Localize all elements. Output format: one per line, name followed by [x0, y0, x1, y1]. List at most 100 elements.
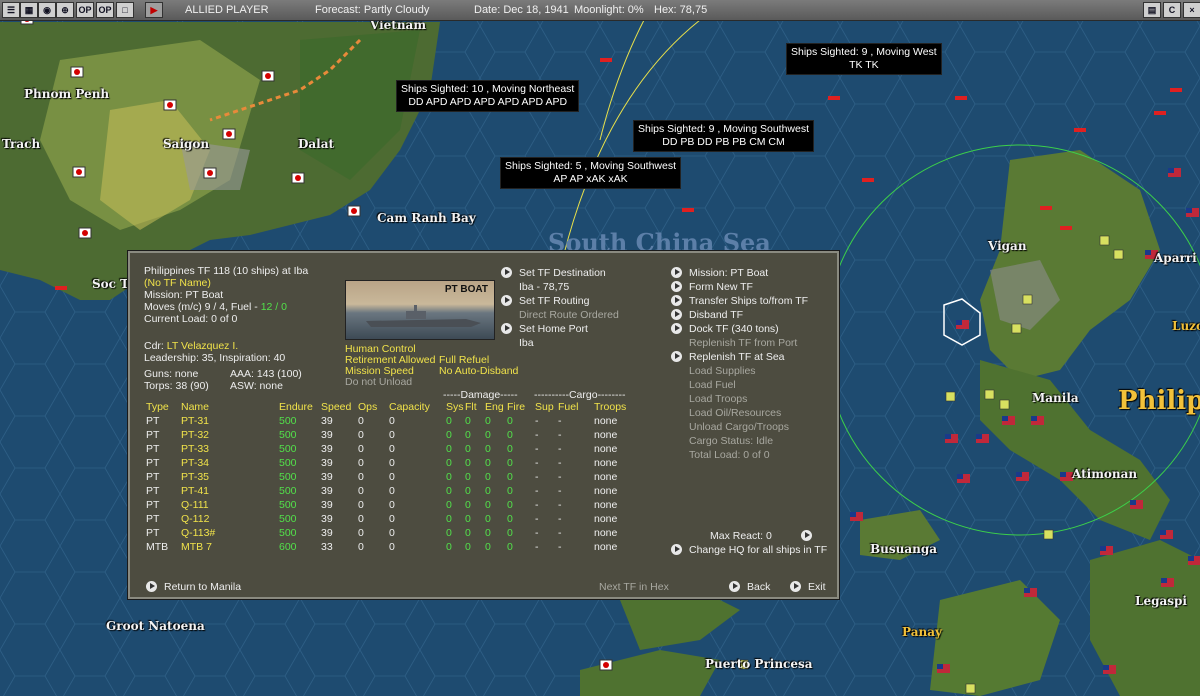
table-row[interactable]: PT Q-111 500 39 0 0 0 0 0 0 - - none — [146, 498, 634, 512]
table-cell: none — [594, 415, 618, 427]
change-hq-button[interactable]: Change HQ for all ships in TF — [689, 544, 827, 557]
arrow-icon — [671, 281, 682, 292]
tf-command-item[interactable]: Form New TF — [689, 281, 753, 294]
column-header[interactable]: Fire — [507, 400, 535, 414]
c-icon[interactable]: C — [1163, 2, 1181, 18]
ship-name[interactable]: Q-113# — [181, 526, 279, 540]
ship-name[interactable]: PT-34 — [181, 456, 279, 470]
exit-button[interactable]: Exit — [808, 581, 826, 594]
ship-name[interactable]: Q-111 — [181, 498, 279, 512]
set-home-port-button[interactable]: Set Home Port — [519, 323, 588, 336]
column-header[interactable]: Endure — [279, 400, 321, 414]
column-header[interactable]: Flt — [465, 400, 485, 414]
moves-label: Moves (m/c) 9 / 4, Fuel - — [144, 301, 258, 313]
table-cell: 0 — [507, 457, 513, 469]
ship-name[interactable]: PT-33 — [181, 442, 279, 456]
destination-value: Iba - 78,75 — [519, 281, 570, 293]
table-cell: - — [535, 513, 539, 525]
ship-name[interactable]: PT-32 — [181, 428, 279, 442]
ship-name[interactable]: Q-112 — [181, 512, 279, 526]
arrow-icon[interactable] — [801, 530, 812, 541]
column-header[interactable]: Ops — [358, 400, 389, 414]
ship-name[interactable]: PT-35 — [181, 470, 279, 484]
tf-command-item[interactable]: Cargo Status: Idle — [689, 435, 773, 448]
ship-name[interactable]: PT-41 — [181, 484, 279, 498]
tf-command-item[interactable]: Load Troops — [689, 393, 747, 406]
fuel-value: 12 / 0 — [260, 301, 287, 313]
sighting-title: Ships Sighted: 5 , Moving Southwest — [505, 160, 677, 172]
column-header[interactable]: Name — [181, 400, 279, 414]
bar-chart-icon[interactable]: ▤ — [1143, 2, 1161, 18]
table-cell: 500 — [279, 429, 297, 441]
auto-disband-toggle[interactable]: No Auto-Disband — [439, 365, 518, 378]
table-cell: - — [558, 499, 562, 511]
sighting-report[interactable]: Ships Sighted: 5 , Moving Southwest AP A… — [500, 157, 682, 189]
crosshair-icon[interactable]: ⊕ — [56, 2, 74, 18]
tf-command-item[interactable]: Transfer Ships to/from TF — [689, 295, 808, 308]
table-cell: PT — [146, 415, 160, 427]
table-cell: 0 — [485, 513, 491, 525]
column-header[interactable]: Eng — [485, 400, 507, 414]
column-header[interactable]: Sup — [535, 400, 558, 414]
op-button[interactable]: OP — [76, 2, 94, 18]
ship-name[interactable]: MTB 7 — [181, 540, 279, 554]
tf-torps: Torps: 38 (90) — [144, 380, 209, 392]
table-row[interactable]: PT PT-31 500 39 0 0 0 0 0 0 - - none — [146, 414, 634, 428]
map-label-legaspi: Legaspi — [1135, 594, 1187, 608]
sighting-report[interactable]: Ships Sighted: 10 , Moving Northeast DD … — [396, 80, 580, 112]
column-header[interactable]: Troops — [594, 400, 634, 414]
column-header[interactable]: Fuel — [558, 400, 594, 414]
back-button[interactable]: Back — [747, 581, 770, 594]
table-cell: 0 — [358, 513, 364, 525]
table-cell: 0 — [389, 485, 395, 497]
table-row[interactable]: PT PT-34 500 39 0 0 0 0 0 0 - - none — [146, 456, 634, 470]
unload-toggle[interactable]: Do not Unload — [345, 376, 412, 389]
column-header[interactable]: Capacity — [389, 400, 446, 414]
op-button[interactable]: OP — [96, 2, 114, 18]
table-row[interactable]: PT PT-41 500 39 0 0 0 0 0 0 - - none — [146, 484, 634, 498]
table-row[interactable]: PT Q-113# 500 39 0 0 0 0 0 0 - - none — [146, 526, 634, 540]
grid-icon[interactable]: ▦ — [20, 2, 38, 18]
tf-command-item[interactable]: Unload Cargo/Troops — [689, 421, 789, 434]
table-cell: 500 — [279, 485, 297, 497]
cdr-name[interactable]: LT Velazquez I. — [167, 340, 238, 352]
table-cell: 39 — [321, 485, 333, 497]
table-row[interactable]: PT Q-112 500 39 0 0 0 0 0 0 - - none — [146, 512, 634, 526]
next-tf-button[interactable]: Next TF in Hex — [599, 581, 669, 594]
tf-leadership: Leadership: 35, Inspiration: 40 — [144, 352, 286, 364]
table-cell: none — [594, 541, 618, 553]
globe-icon[interactable]: ◉ — [38, 2, 56, 18]
table-row[interactable]: PT PT-35 500 39 0 0 0 0 0 0 - - none — [146, 470, 634, 484]
table-cell: 0 — [465, 499, 471, 511]
tf-command-item[interactable]: Replenish TF at Sea — [689, 351, 785, 364]
ship-name[interactable]: PT-31 — [181, 414, 279, 428]
tf-command-item[interactable]: Mission: PT Boat — [689, 267, 768, 280]
menu-icon[interactable]: ☰ — [2, 2, 20, 18]
sighting-report[interactable]: Ships Sighted: 9 , Moving Southwest DD P… — [633, 120, 815, 152]
return-button[interactable]: Return to Manila — [164, 581, 241, 594]
table-cell: 0 — [507, 471, 513, 483]
close-icon[interactable]: × — [1183, 2, 1200, 18]
tf-command-item[interactable]: Load Supplies — [689, 365, 756, 378]
table-row[interactable]: MTB MTB 7 600 33 0 0 0 0 0 0 - - none — [146, 540, 634, 554]
column-header[interactable]: Speed — [321, 400, 358, 414]
tf-command-item[interactable]: Total Load: 0 of 0 — [689, 449, 770, 462]
sighting-report[interactable]: Ships Sighted: 9 , Moving West TK TK — [786, 43, 942, 75]
tf-command-item[interactable]: Disband TF — [689, 309, 743, 322]
table-row[interactable]: PT PT-33 500 39 0 0 0 0 0 0 - - none — [146, 442, 634, 456]
tf-command-item[interactable]: Load Oil/Resources — [689, 407, 781, 420]
tf-command-item[interactable]: Replenish TF from Port — [689, 337, 797, 350]
table-row[interactable]: PT PT-32 500 39 0 0 0 0 0 0 - - none — [146, 428, 634, 442]
window-icon[interactable]: □ — [116, 2, 134, 18]
table-cell: 0 — [465, 513, 471, 525]
tf-command-item[interactable]: Dock TF (340 tons) — [689, 323, 779, 336]
tf-command-item[interactable]: Load Fuel — [689, 379, 736, 392]
column-header[interactable]: Type — [146, 400, 181, 414]
play-icon[interactable]: ▶ — [145, 2, 163, 18]
set-routing-button[interactable]: Set TF Routing — [519, 295, 589, 308]
set-destination-button[interactable]: Set TF Destination — [519, 267, 606, 280]
column-header[interactable]: Sys — [446, 400, 465, 414]
table-cell: 0 — [485, 499, 491, 511]
table-cell: 0 — [389, 429, 395, 441]
arrow-icon — [671, 323, 682, 334]
